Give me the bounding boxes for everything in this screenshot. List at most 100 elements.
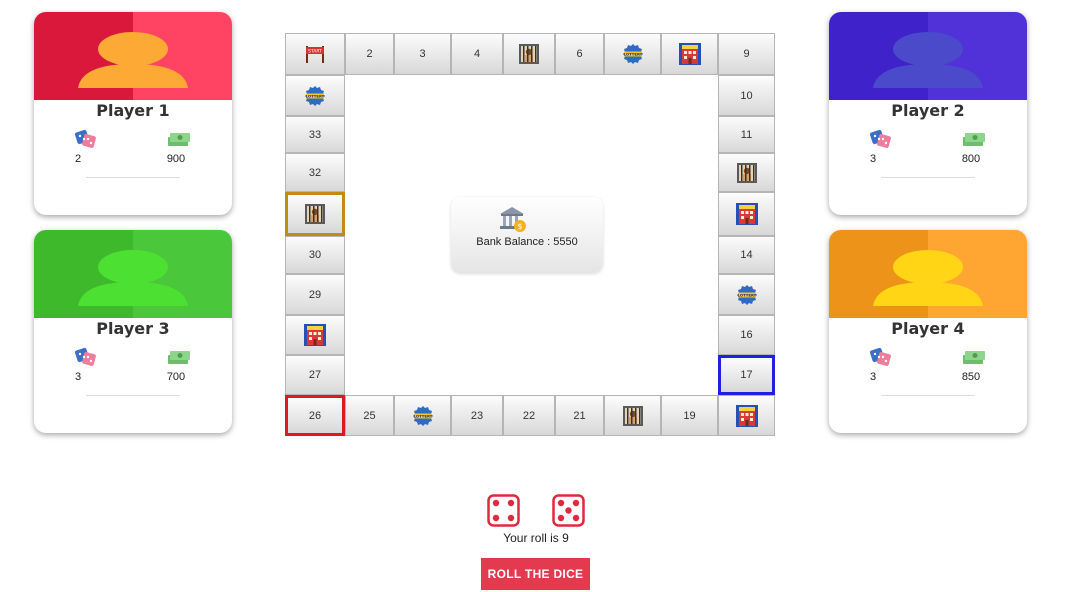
roll-dice-button[interactable]: ROLL THE DICE xyxy=(481,558,590,590)
die-1 xyxy=(487,494,520,527)
board-cell: 29 xyxy=(285,274,345,315)
cash-icon xyxy=(963,351,985,364)
board-cell-start: START xyxy=(285,33,345,75)
jail-icon xyxy=(305,204,325,224)
board-cell-lottery: LOTTERY xyxy=(604,33,661,75)
board-cell: 22 xyxy=(503,395,555,436)
player-card-1: Player 1 2 900 xyxy=(34,12,232,215)
die-pip xyxy=(507,499,515,507)
board-cell: 30 xyxy=(285,236,345,274)
cash-icon xyxy=(168,133,190,146)
die-pip xyxy=(507,514,515,522)
board-cell: 10 xyxy=(718,75,775,116)
cash-amount: 700 xyxy=(166,371,186,383)
board-cell-jail xyxy=(285,192,345,236)
board-cell-jail xyxy=(604,395,661,436)
cell-number: 6 xyxy=(576,48,583,60)
player-banner xyxy=(829,12,1027,100)
cell-number: 16 xyxy=(740,329,753,341)
die-pip xyxy=(492,499,500,507)
cell-number: 27 xyxy=(308,369,322,381)
player-name: Player 2 xyxy=(891,101,965,120)
cell-number: 17 xyxy=(740,369,753,381)
hotel-icon xyxy=(304,324,326,346)
board-cell-lottery: LOTTERY xyxy=(718,274,775,315)
cell-number: 21 xyxy=(573,409,586,422)
board-cell: 19 xyxy=(661,395,718,436)
lottery-icon: LOTTERY xyxy=(622,44,643,64)
bank-icon: $ xyxy=(500,207,526,232)
board-cell-hotel xyxy=(661,33,718,75)
svg-text:LOTTERY: LOTTERY xyxy=(413,413,432,418)
cash-icon xyxy=(168,351,190,364)
hotel-icon xyxy=(735,203,758,225)
die-pip xyxy=(565,507,572,514)
cell-number: 11 xyxy=(740,128,753,141)
cell-number: 29 xyxy=(308,288,322,301)
board-cell: 27 xyxy=(285,355,345,395)
lottery-icon: LOTTERY xyxy=(736,284,757,305)
board-cell: 14 xyxy=(718,236,775,274)
board-cell: 32 xyxy=(285,153,345,192)
user-avatar-icon xyxy=(873,250,983,306)
svg-text:LOTTERY: LOTTERY xyxy=(306,93,325,98)
lottery-icon: LOTTERY xyxy=(412,405,433,426)
dice-count: 3 xyxy=(869,153,877,165)
cell-number: 30 xyxy=(308,249,322,261)
board-cell: 17 xyxy=(718,355,775,395)
player-banner xyxy=(34,12,232,100)
board-cell: 23 xyxy=(451,395,503,436)
board-cell: 26 xyxy=(285,395,345,436)
board-cell-hotel xyxy=(718,192,775,236)
player-name: Player 4 xyxy=(891,319,965,338)
cell-number: 9 xyxy=(743,48,750,60)
dice-icon xyxy=(74,347,96,366)
start-flag-icon: START xyxy=(306,46,324,63)
lottery-icon: LOTTERY xyxy=(305,85,325,106)
cell-number: 33 xyxy=(308,128,322,141)
divider xyxy=(881,395,975,396)
player-card-4: Player 4 3 850 xyxy=(829,230,1027,433)
cell-number: 32 xyxy=(308,166,322,179)
dice-count: 3 xyxy=(74,371,82,383)
cash-icon xyxy=(963,133,985,146)
player-card-3: Player 3 3 700 xyxy=(34,230,232,433)
board-cell: 2 xyxy=(345,33,394,75)
cell-number: 26 xyxy=(308,409,322,422)
board-cell-jail xyxy=(718,153,775,192)
player-name: Player 3 xyxy=(96,319,170,338)
board-cell: 9 xyxy=(718,33,775,75)
jail-icon xyxy=(519,44,539,64)
divider xyxy=(86,177,180,178)
cell-number: 14 xyxy=(740,249,753,261)
player-banner xyxy=(829,230,1027,318)
player-name: Player 1 xyxy=(96,101,170,120)
dice-count: 2 xyxy=(74,153,82,165)
cell-number: 4 xyxy=(473,48,481,60)
die-2 xyxy=(552,494,585,527)
dice-count: 3 xyxy=(869,371,877,383)
board-cell: 4 xyxy=(451,33,503,75)
board-cell-hotel xyxy=(285,315,345,355)
hotel-icon xyxy=(735,404,758,427)
dice-icon xyxy=(869,129,891,148)
board-cell-jail xyxy=(503,33,555,75)
hotel-icon xyxy=(678,43,701,65)
die-pip xyxy=(572,499,580,507)
die-pip xyxy=(557,514,565,522)
player-banner xyxy=(34,230,232,318)
divider xyxy=(881,177,975,178)
cash-amount: 850 xyxy=(961,371,981,383)
die-pip xyxy=(492,514,500,522)
dice-icon xyxy=(869,347,891,366)
board-cell: 11 xyxy=(718,116,775,153)
cell-number: 2 xyxy=(366,48,373,60)
cash-amount: 900 xyxy=(166,153,186,165)
cell-number: 22 xyxy=(522,409,536,422)
bank-panel: $ Bank Balance : 5550 xyxy=(451,197,603,273)
cell-number: 19 xyxy=(683,409,696,422)
user-avatar-icon xyxy=(78,250,188,306)
cell-number: 23 xyxy=(470,409,484,422)
svg-text:LOTTERY: LOTTERY xyxy=(623,52,642,57)
cell-number: 3 xyxy=(419,48,426,60)
